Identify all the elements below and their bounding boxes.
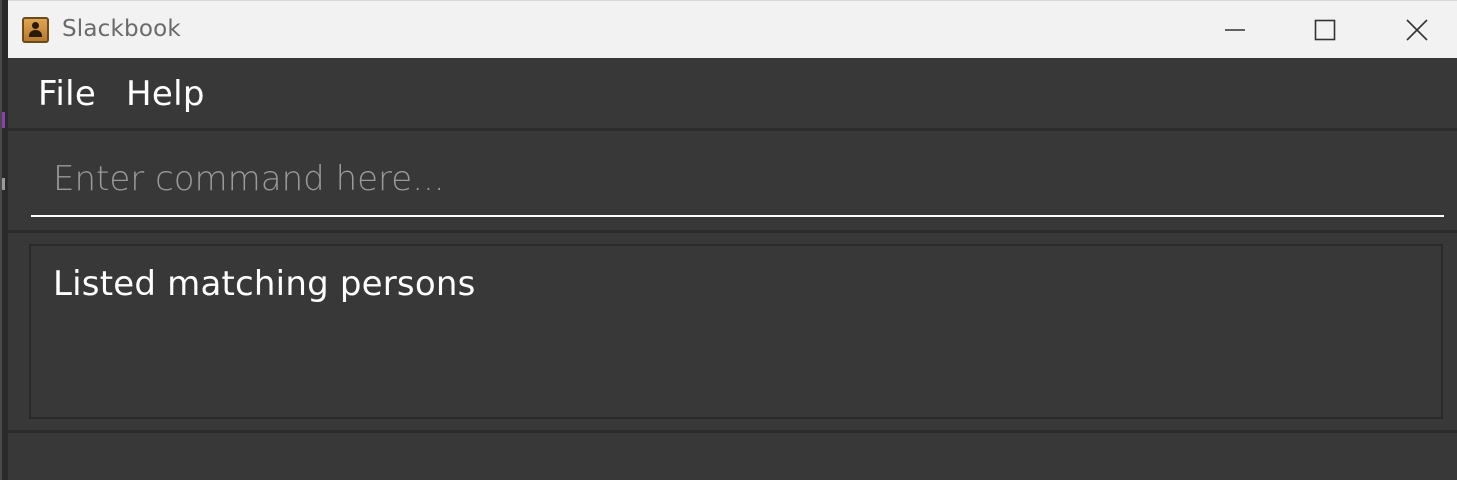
- address-book-icon: [22, 17, 49, 43]
- maximize-icon: [1314, 19, 1336, 40]
- result-text-area[interactable]: Listed matching persons: [29, 244, 1443, 419]
- close-button[interactable]: [1372, 1, 1457, 58]
- person-list-panel: [8, 434, 1457, 480]
- minimize-icon: [1225, 28, 1245, 31]
- command-input[interactable]: [31, 151, 1444, 217]
- edge-accent: [2, 112, 5, 128]
- close-icon: [1406, 18, 1428, 41]
- command-box: [8, 131, 1457, 230]
- app-window: Slackbook File Help Listed matching pe: [0, 0, 1457, 480]
- maximize-button[interactable]: [1280, 1, 1370, 58]
- result-message: Listed matching persons: [53, 264, 476, 304]
- menu-help[interactable]: Help: [126, 74, 205, 114]
- title-bar[interactable]: Slackbook: [8, 0, 1457, 58]
- divider: [8, 430, 1457, 433]
- edge-accent: [2, 178, 5, 190]
- minimize-button[interactable]: [1190, 1, 1280, 58]
- result-display: Listed matching persons: [8, 233, 1457, 430]
- menu-bar: File Help: [8, 58, 1457, 128]
- menu-file[interactable]: File: [38, 74, 96, 114]
- window-title: Slackbook: [62, 16, 181, 42]
